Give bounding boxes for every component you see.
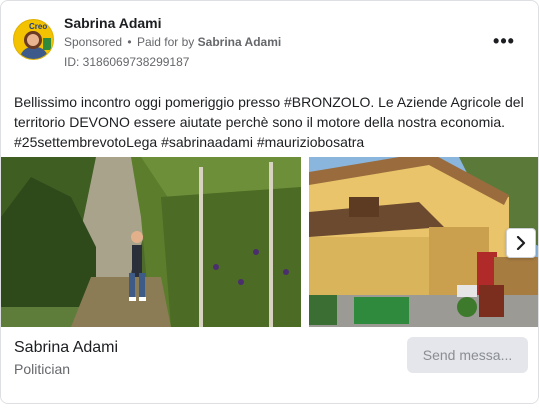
cta-page-name[interactable]: Sabrina Adami	[14, 339, 118, 357]
avatar-person-face	[24, 31, 42, 49]
post-text-line: Bellissimo incontro oggi pomeriggio pres…	[14, 94, 524, 110]
vineyard-photo[interactable]	[1, 157, 301, 327]
post-text-line: territorio DEVONO essere aiutate perchè …	[14, 114, 506, 130]
chevron-right-icon	[516, 236, 526, 250]
avatar-badge-text: Creo	[29, 22, 48, 31]
post-header: Creo Sabrina Adami Sponsored • Paid for …	[13, 11, 526, 71]
page-name-link[interactable]: Sabrina Adami	[64, 15, 162, 31]
ad-id: ID: 3186069738299187	[64, 55, 190, 69]
send-message-button[interactable]: Send messa...	[407, 337, 528, 373]
farmhouse-photo[interactable]	[309, 157, 538, 327]
avatar-ribbon	[43, 38, 51, 50]
paid-for-prefix: Paid for by	[136, 35, 195, 49]
vineyard-illustration	[1, 157, 301, 327]
ad-card: Creo Sabrina Adami Sponsored • Paid for …	[0, 0, 539, 404]
sponsored-line: Sponsored • Paid for by Sabrina Adami	[64, 35, 281, 49]
post-text-line: #25settembrevotoLega #sabrinaadami #maur…	[14, 134, 365, 150]
sponsored-label[interactable]: Sponsored	[64, 35, 122, 49]
call-to-action-bar: Sabrina Adami Politician Send messa...	[1, 327, 538, 403]
post-body-text: Bellissimo incontro oggi pomeriggio pres…	[14, 92, 534, 152]
separator-dot: •	[127, 35, 132, 49]
page-avatar[interactable]: Creo	[13, 19, 54, 60]
media-carousel	[1, 157, 538, 327]
paid-for-name: Sabrina Adami	[197, 35, 282, 49]
farmhouse-illustration	[309, 157, 538, 327]
cta-page-category: Politician	[14, 361, 71, 377]
carousel-next-button[interactable]	[506, 228, 536, 258]
more-options-button[interactable]: •••	[490, 29, 518, 53]
